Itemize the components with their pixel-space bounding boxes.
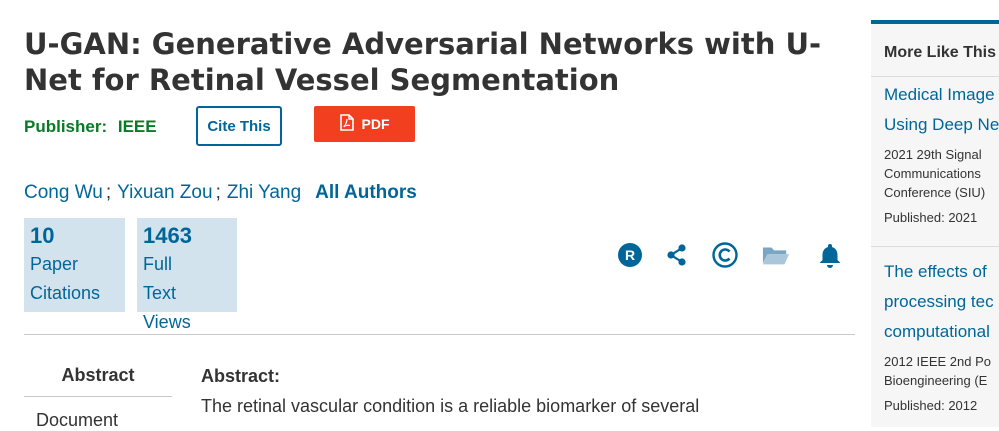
related-article-title[interactable]: computational — [884, 317, 990, 347]
related-article-title[interactable]: The effects of — [884, 257, 987, 287]
svg-text:R: R — [625, 247, 635, 263]
abstract-heading: Abstract: — [201, 366, 281, 386]
abstract-text: The retinal vascular condition is a reli… — [201, 396, 700, 416]
author-link[interactable]: Cong Wu — [24, 182, 103, 203]
pdf-button[interactable]: PDF — [314, 106, 415, 142]
related-article-venue: Bioengineering (E — [884, 373, 988, 388]
publisher-name[interactable]: IEEE — [118, 117, 157, 136]
more-like-this-heading: More Like This — [884, 44, 997, 61]
sidebar-divider — [871, 246, 999, 247]
citations-count: 10 — [30, 223, 55, 248]
section-divider — [24, 334, 855, 335]
sidebar-divider — [871, 76, 999, 77]
more-like-this-panel: More Like This Medical Image Using Deep … — [871, 20, 999, 427]
tab-abstract[interactable]: Abstract — [24, 365, 172, 386]
publisher-label: Publisher: — [24, 117, 108, 136]
related-article-venue: 2021 29th Signal — [884, 147, 982, 162]
author-separator: ; — [105, 182, 112, 203]
all-authors-link[interactable]: All Authors — [315, 182, 417, 203]
folder-icon[interactable] — [762, 240, 790, 270]
author-link[interactable]: Yixuan Zou — [117, 182, 212, 203]
citations-label: Paper — [30, 254, 79, 274]
views-label: Text — [143, 283, 177, 303]
share-icon[interactable] — [663, 240, 691, 270]
author-list: Cong Wu; Yixuan Zou; Zhi Yang All Authors — [24, 182, 417, 204]
publisher: Publisher: IEEE — [24, 117, 157, 137]
views-label: Full — [143, 254, 173, 274]
pdf-icon — [339, 114, 354, 134]
related-article-published: Published: 2021 — [884, 210, 978, 225]
copyright-icon[interactable] — [711, 240, 739, 270]
citations-label: Citations — [30, 283, 101, 303]
related-article-title[interactable]: Medical Image — [884, 80, 995, 110]
related-article-title[interactable]: processing tec — [884, 287, 994, 317]
tab-divider — [24, 396, 172, 397]
views-count: 1463 — [143, 223, 192, 248]
pdf-label: PDF — [361, 116, 390, 132]
citations-metric[interactable]: 10 Paper Citations — [24, 218, 125, 312]
cite-this-button[interactable]: Cite This — [196, 106, 282, 146]
tab-document[interactable]: Document — [36, 410, 118, 431]
views-label: Views — [143, 312, 191, 332]
related-article-venue: 2012 IEEE 2nd Po — [884, 354, 991, 369]
article-title: U-GAN: Generative Adversarial Networks w… — [24, 27, 822, 97]
bell-icon[interactable] — [816, 240, 844, 270]
author-link[interactable]: Zhi Yang — [227, 182, 301, 203]
related-article-venue: Communications — [884, 166, 981, 181]
views-metric[interactable]: 1463 Full Text Views — [137, 218, 237, 332]
related-article-published: Published: 2012 — [884, 398, 978, 413]
related-article-title[interactable]: Using Deep Ne — [884, 110, 999, 140]
rights-icon[interactable]: R — [616, 240, 644, 270]
related-article-venue: Conference (SIU) — [884, 185, 986, 200]
author-separator: ; — [215, 182, 221, 203]
